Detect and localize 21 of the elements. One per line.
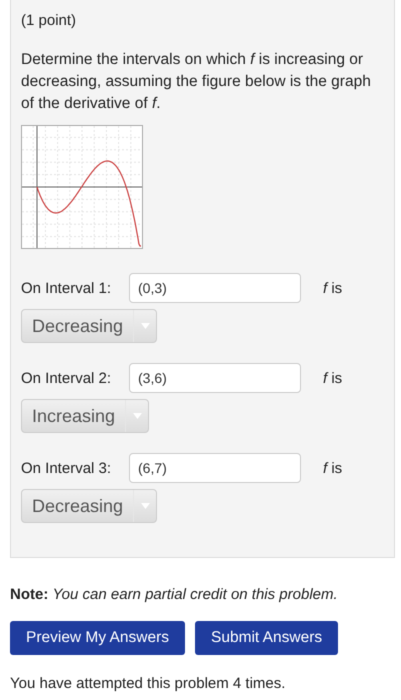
question-text: Determine the intervals on which f is increasing or decreasing, assuming the figure below is the graph of the derivative of f. <box>21 50 372 114</box>
points-label: (1 point) <box>21 12 78 29</box>
attempts-text: You have attempted this problem 4 times. <box>10 675 286 692</box>
f-is-label: f is <box>323 370 342 386</box>
trend-dropdown[interactable]: Increasing <box>21 399 150 433</box>
caret-icon <box>140 323 150 329</box>
caret-icon <box>140 503 150 509</box>
f-is-label: f is <box>323 280 342 296</box>
interval-field[interactable]: (6,7) <box>129 453 301 483</box>
interval-label: On Interval 3: <box>21 460 112 476</box>
note-text: Note: You can earn partial credit on this problem. <box>10 586 339 603</box>
interval-label: On Interval 1: <box>21 280 112 296</box>
caret-icon <box>132 413 142 419</box>
trend-dropdown[interactable]: Decreasing <box>21 309 158 343</box>
interval-field[interactable]: (0,3) <box>129 273 301 303</box>
interval-field[interactable]: (3,6) <box>129 363 301 393</box>
answer-button[interactable]: Submit Answers <box>194 621 338 655</box>
interval-label: On Interval 2: <box>21 370 112 386</box>
f-is-label: f is <box>323 460 342 476</box>
answer-button[interactable]: Preview My Answers <box>10 621 185 655</box>
trend-dropdown[interactable]: Decreasing <box>21 489 158 523</box>
